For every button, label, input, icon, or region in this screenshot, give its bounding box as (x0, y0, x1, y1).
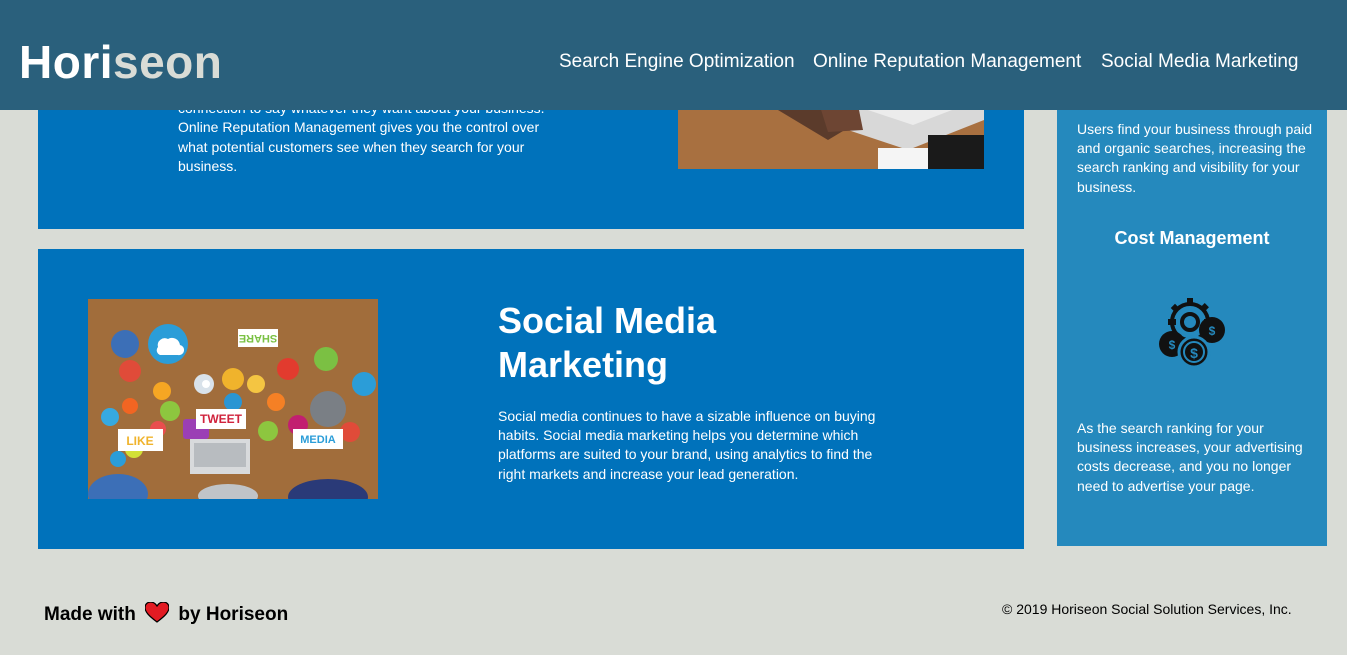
footer-made-with: Made with by Horiseon (44, 601, 289, 630)
svg-text:$: $ (1190, 345, 1198, 361)
nav-link-search-engine-optimization[interactable]: Search Engine Optimization (559, 50, 795, 74)
svg-text:$: $ (1209, 324, 1216, 338)
svg-text:MEDIA: MEDIA (300, 434, 336, 446)
lead-generation-text: Users find your business through paid an… (1077, 121, 1313, 195)
footer-made-prefix: Made with (44, 604, 136, 625)
main-navigation: Search Engine Optimization Online Reputa… (0, 50, 1347, 74)
social-media-text: Social media continues to have a sizable… (498, 408, 876, 482)
social-media-image: SHARE TWEET LIKE MEDIA (88, 299, 378, 499)
svg-text:LIKE: LIKE (126, 434, 153, 448)
footer-made-suffix: by Horiseon (178, 604, 289, 625)
nav-link-social-media-marketing[interactable]: Social Media Marketing (1101, 50, 1298, 74)
site-header: Horiseon Search Engine Optimization Onli… (0, 0, 1347, 110)
cost-management-icon: $ $ $ (1152, 292, 1232, 372)
svg-text:SHARE: SHARE (239, 332, 278, 344)
social-media-title: Social Media Marketing (498, 300, 717, 385)
cost-management-text: As the search ranking for your business … (1077, 420, 1303, 494)
cost-management-heading: Cost Management (1114, 228, 1270, 248)
svg-text:TWEET: TWEET (200, 412, 243, 426)
svg-text:$: $ (1169, 338, 1176, 352)
nav-link-online-reputation-management[interactable]: Online Reputation Management (813, 50, 1081, 74)
social-media-card: SHARE TWEET LIKE MEDIA Social Media Mark… (38, 249, 1024, 549)
heart-icon (144, 601, 170, 630)
footer-copyright: © 2019 Horiseon Social Solution Services… (1002, 601, 1292, 617)
